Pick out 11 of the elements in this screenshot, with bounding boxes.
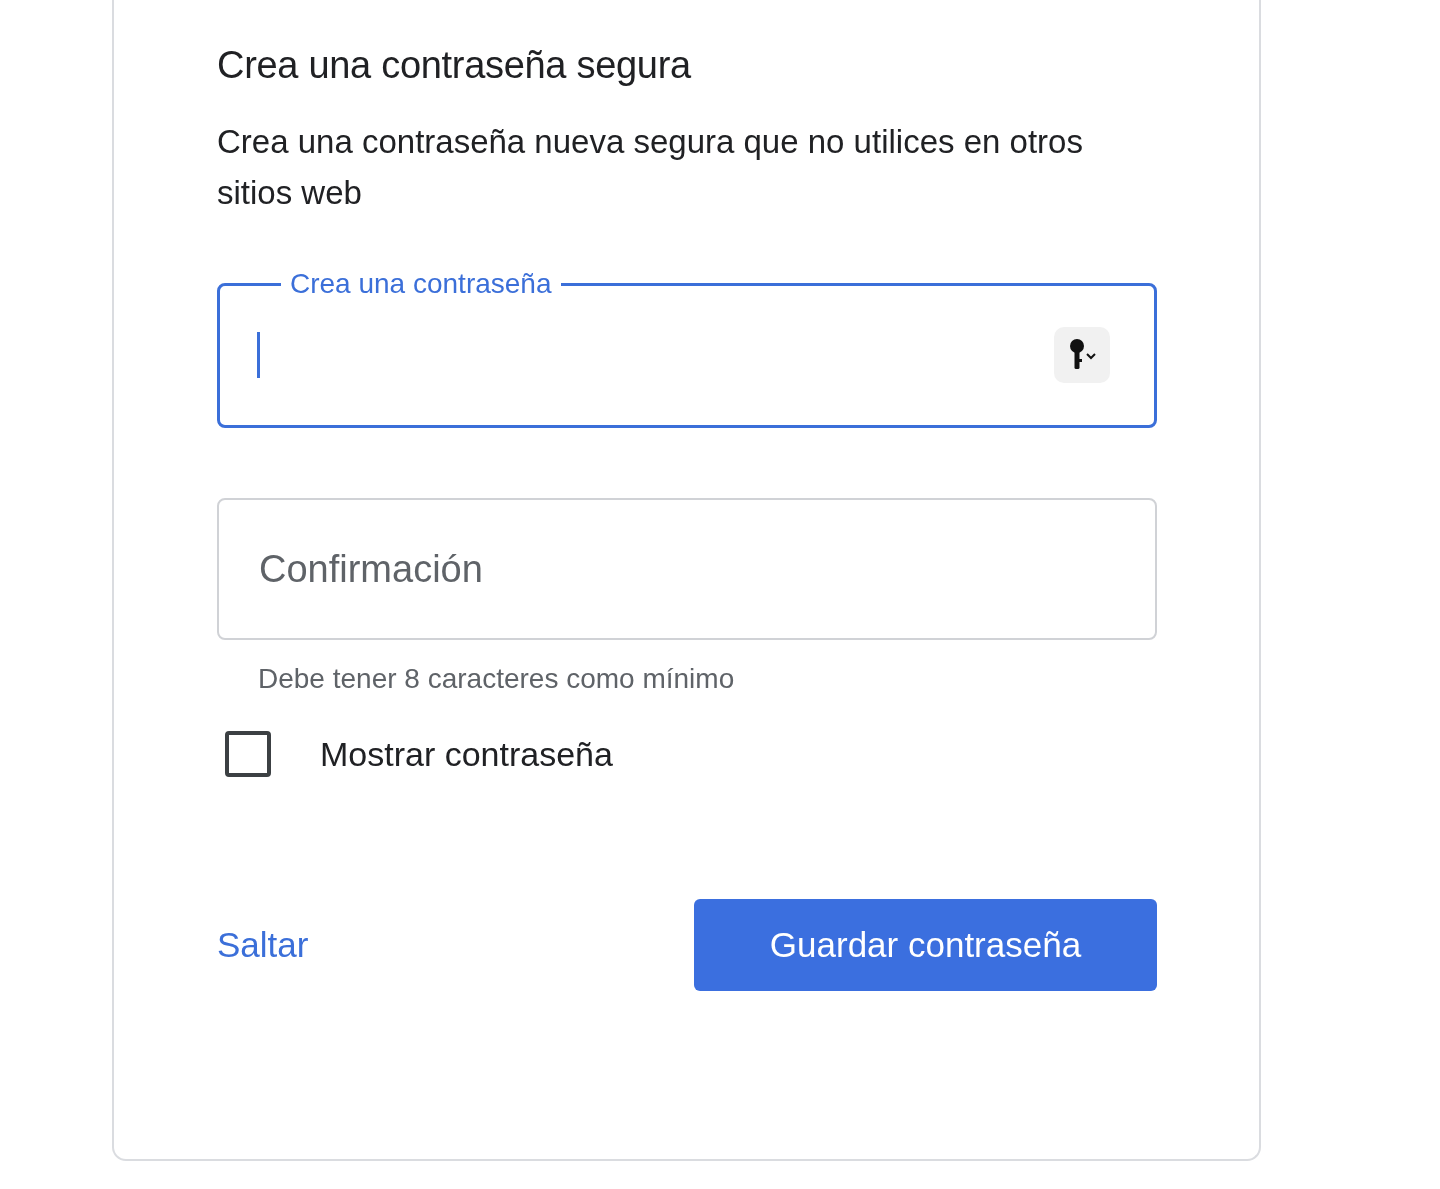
save-button[interactable]: Guardar contraseña <box>694 899 1157 991</box>
text-cursor <box>257 331 260 378</box>
show-password-checkbox[interactable] <box>225 731 271 777</box>
description: Crea una contraseña nueva segura que no utilices en otros sitios web <box>217 122 1084 213</box>
hint-text: Debe tener 8 caracteres como mínimo <box>258 662 736 696</box>
password-manager-button[interactable] <box>1054 326 1110 383</box>
heading: Crea una contraseña segura <box>217 43 692 88</box>
skip-link[interactable]: Saltar <box>217 918 309 972</box>
confirm-field[interactable]: Confirmación <box>217 498 1157 640</box>
checkbox-label: Mostrar contraseña <box>320 734 613 775</box>
field-label: Crea una contraseña <box>289 267 553 301</box>
